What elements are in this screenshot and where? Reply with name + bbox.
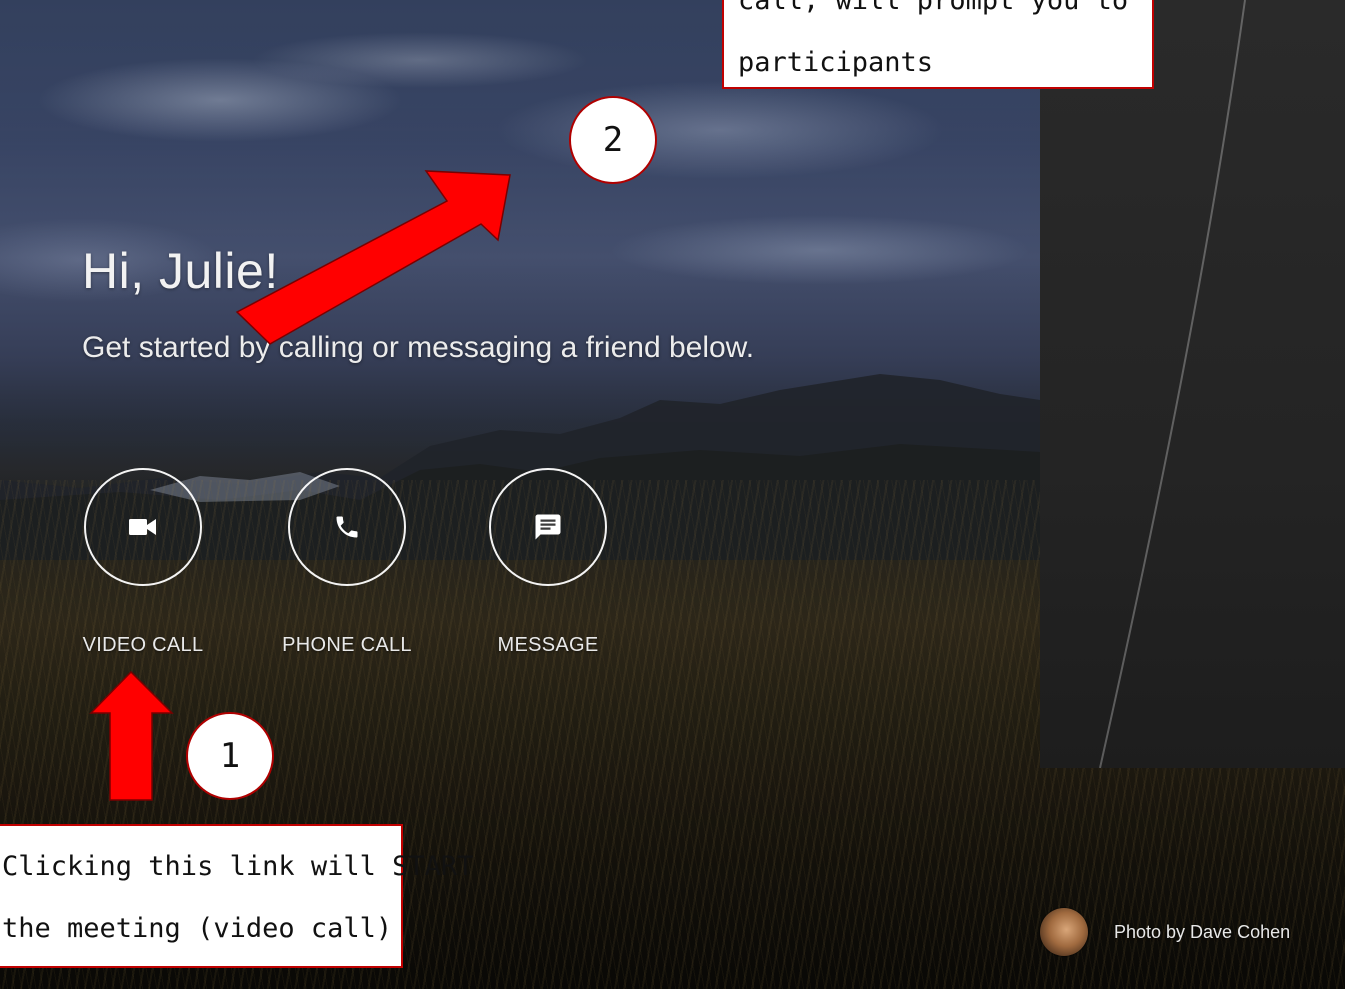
annotation-badge-1: 1 — [186, 712, 274, 800]
photo-credit-text[interactable]: Photo by Dave Cohen — [1114, 922, 1290, 943]
phone-call-circle[interactable] — [288, 468, 406, 586]
annotation-note-invite-line1: call, will prompt you to invite — [738, 0, 1138, 16]
video-camera-icon — [129, 519, 156, 535]
phone-call-label[interactable]: PHONE CALL — [247, 634, 447, 657]
annotation-badge-2: 2 — [569, 96, 657, 184]
annotation-note-start: Clicking this link will START the meetin… — [0, 824, 474, 968]
phone-icon — [336, 516, 358, 538]
message-button[interactable]: MESSAGE — [448, 468, 648, 657]
message-circle[interactable] — [489, 468, 607, 586]
message-label[interactable]: MESSAGE — [448, 634, 648, 657]
annotation-note-start-line2: the meeting (video call) — [2, 913, 393, 944]
annotation-note-start-line1: Clicking this link will START — [2, 851, 474, 882]
phone-call-button[interactable]: PHONE CALL — [247, 468, 447, 657]
greeting-subtitle: Get started by calling or messaging a fr… — [82, 331, 755, 364]
photo-credit[interactable]: Photo by Dave Cohen — [1040, 908, 1290, 956]
hangouts-home-screen: Hi, Julie! Get started by calling or mes… — [0, 0, 1345, 989]
video-call-button[interactable]: VIDEO CALL — [43, 468, 243, 657]
video-call-label[interactable]: VIDEO CALL — [43, 634, 243, 657]
photographer-avatar[interactable] — [1040, 908, 1088, 956]
annotation-note-invite-line2: participants — [738, 47, 934, 78]
annotation-note-invite: call, will prompt you to invite particip… — [722, 0, 1154, 89]
side-panel — [1040, 0, 1345, 768]
panel-scratch-line — [1099, 0, 1246, 768]
message-icon — [535, 514, 561, 540]
video-call-circle[interactable] — [84, 468, 202, 586]
greeting-title: Hi, Julie! — [82, 243, 279, 299]
